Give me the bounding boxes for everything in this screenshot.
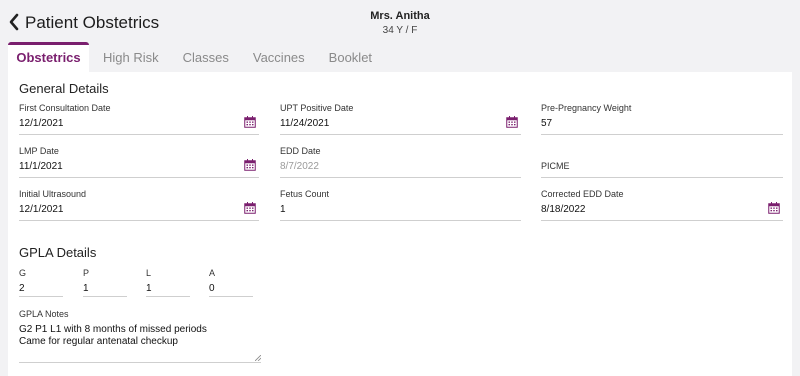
- gpla-notes-text[interactable]: G2 P1 L1 with 8 months of missed periods…: [19, 324, 207, 348]
- field-underline: [280, 220, 521, 221]
- field-underline: [209, 296, 253, 297]
- gpla-notes-line-1: G2 P1 L1 with 8 months of missed periods: [19, 324, 207, 335]
- corrected-edd-date-label: Corrected EDD Date: [541, 189, 624, 199]
- field-underline: [541, 220, 783, 221]
- lmp-date-value[interactable]: 11/1/2021: [19, 161, 63, 172]
- initial-ultrasound-value[interactable]: 12/1/2021: [19, 204, 64, 215]
- lmp-date-label: LMP Date: [19, 146, 59, 156]
- pre-pregnancy-weight-value[interactable]: 57: [541, 118, 552, 129]
- gpla-l-value[interactable]: 1: [146, 283, 152, 294]
- calendar-icon[interactable]: [244, 116, 256, 128]
- fetus-count-label: Fetus Count: [280, 189, 330, 199]
- field-underline: [19, 362, 261, 363]
- field-underline: [19, 177, 259, 178]
- first-consultation-date-value[interactable]: 12/1/2021: [19, 118, 64, 129]
- header-bar: Patient Obstetrics Mrs. Anitha 34 Y / F: [0, 0, 800, 42]
- patient-name: Mrs. Anitha: [370, 10, 430, 22]
- calendar-icon[interactable]: [506, 116, 518, 128]
- gpla-details-title: GPLA Details: [19, 245, 97, 260]
- page-title: Patient Obstetrics: [25, 13, 160, 32]
- field-underline: [280, 134, 521, 135]
- calendar-icon[interactable]: [244, 159, 256, 171]
- field-underline: [19, 220, 259, 221]
- upt-positive-date-label: UPT Positive Date: [280, 103, 354, 113]
- calendar-icon[interactable]: [244, 202, 256, 214]
- gpla-a-label: A: [209, 268, 216, 278]
- gpla-notes-textarea[interactable]: GPLA Notes G2 P1 L1 with 8 months of mis…: [19, 309, 261, 363]
- edd-date-value: 8/7/2022: [280, 161, 319, 172]
- gpla-a-value[interactable]: 0: [209, 283, 215, 294]
- tab-obstetrics[interactable]: Obstetrics: [8, 42, 89, 72]
- gpla-notes-label: GPLA Notes: [19, 309, 69, 319]
- field-underline: [541, 134, 783, 135]
- tab-classes[interactable]: Classes: [171, 42, 241, 72]
- pre-pregnancy-weight-label: Pre-Pregnancy Weight: [541, 103, 632, 113]
- field-underline: [146, 296, 190, 297]
- general-details-title: General Details: [19, 81, 109, 96]
- patient-age-gender: 34 Y / F: [382, 25, 418, 36]
- resize-handle-icon[interactable]: [255, 355, 261, 361]
- upt-positive-date-value[interactable]: 11/24/2021: [280, 118, 329, 129]
- field-underline: [280, 177, 521, 178]
- back-arrow-icon[interactable]: [8, 13, 20, 31]
- tab-booklet[interactable]: Booklet: [317, 42, 384, 72]
- gpla-l-label: L: [146, 268, 152, 278]
- tab-vaccines[interactable]: Vaccines: [241, 42, 317, 72]
- gpla-g-value[interactable]: 2: [19, 283, 25, 294]
- tab-bar: Obstetrics High Risk Classes Vaccines Bo…: [8, 42, 384, 72]
- gpla-notes-line-2: Came for regular antenatal checkup: [19, 336, 178, 347]
- tab-high-risk[interactable]: High Risk: [91, 42, 171, 72]
- field-underline: [19, 296, 63, 297]
- field-underline: [541, 177, 783, 178]
- edd-date-label: EDD Date: [280, 146, 321, 156]
- corrected-edd-date-value[interactable]: 8/18/2022: [541, 204, 586, 215]
- patient-info: Mrs. Anitha 34 Y / F: [300, 10, 500, 36]
- gpla-g-label: G: [19, 268, 27, 278]
- field-underline: [19, 134, 259, 135]
- fetus-count-value[interactable]: 1: [280, 204, 286, 215]
- field-underline: [83, 296, 127, 297]
- first-consultation-date-label: First Consultation Date: [19, 103, 111, 113]
- initial-ultrasound-label: Initial Ultrasound: [19, 189, 87, 199]
- obstetrics-panel: General Details First Consultation Date …: [8, 72, 792, 376]
- gpla-p-value[interactable]: 1: [83, 283, 89, 294]
- gpla-p-label: P: [83, 268, 90, 278]
- calendar-icon[interactable]: [768, 202, 780, 214]
- picme-label: PICME: [541, 161, 570, 171]
